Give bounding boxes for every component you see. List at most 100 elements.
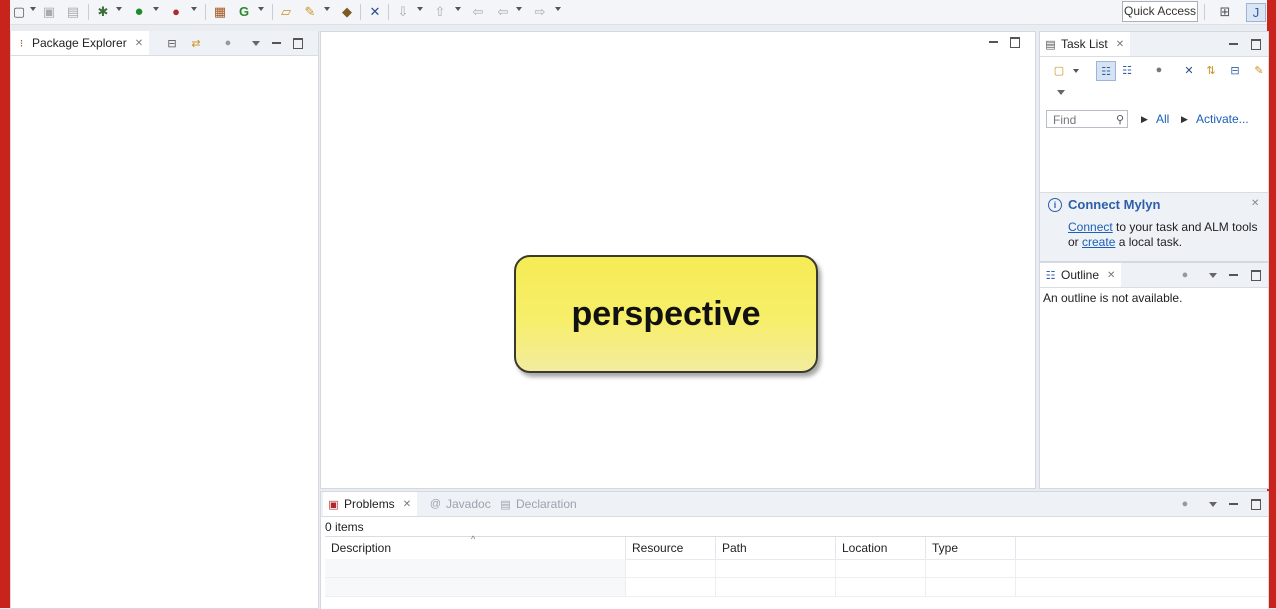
scheduled-icon[interactable]: ☷: [1120, 63, 1134, 77]
tab-label: Outline: [1061, 268, 1100, 282]
problems-table-header: Description ^ Resource Path Location Typ…: [325, 534, 1268, 560]
minimize-icon[interactable]: [1226, 497, 1240, 511]
activate-task-link[interactable]: Activate...: [1196, 112, 1249, 126]
minimize-icon[interactable]: [986, 35, 1000, 49]
collapse-all-icon[interactable]: ⊟: [1228, 63, 1242, 77]
tab-task-list[interactable]: ▤ Task List ✕: [1040, 32, 1131, 56]
maximize-icon[interactable]: [291, 36, 305, 50]
categorized-icon[interactable]: ☷: [1096, 61, 1116, 81]
column-header-resource[interactable]: Resource: [626, 537, 716, 559]
toggle-annotation-icon[interactable]: ✕: [366, 3, 384, 20]
back-icon[interactable]: ⇦: [494, 3, 512, 20]
focus-task-icon[interactable]: ●: [1178, 497, 1192, 511]
info-icon: i: [1048, 198, 1062, 212]
column-header-type[interactable]: Type: [926, 537, 1016, 559]
view-menu-icon[interactable]: [1054, 85, 1068, 99]
toolbar-separator: [88, 4, 89, 20]
close-icon[interactable]: ✕: [1251, 198, 1259, 209]
tab-javadoc[interactable]: @ Javadoc: [425, 492, 497, 516]
previous-annotation-icon[interactable]: ⇧: [431, 3, 449, 20]
next-annotation-dropdown-icon[interactable]: [417, 7, 423, 11]
connect-mylyn-title: Connect Mylyn: [1068, 197, 1161, 212]
outline-message: An outline is not available.: [1043, 291, 1183, 305]
last-edit-icon[interactable]: ⇦: [469, 3, 487, 20]
focus-task-icon[interactable]: ●: [1178, 268, 1192, 282]
connect-line-2: or create a local task.: [1068, 235, 1182, 249]
connect-line-1: Connect to your task and ALM tools: [1068, 220, 1257, 234]
outline-panel: ☷ Outline ✕ ● An outline is not availabl…: [1039, 262, 1269, 489]
maximize-icon[interactable]: [1249, 497, 1263, 511]
previous-annotation-dropdown-icon[interactable]: [455, 7, 461, 11]
collapse-all-icon[interactable]: ⊟: [165, 36, 179, 50]
minimize-icon[interactable]: [1226, 37, 1240, 51]
close-icon[interactable]: ✕: [135, 38, 143, 49]
tab-label: Javadoc: [446, 497, 491, 511]
forward-dropdown-icon[interactable]: [555, 7, 561, 11]
column-header-location[interactable]: Location: [836, 537, 926, 559]
search-icon[interactable]: ✎: [301, 3, 319, 20]
run-icon[interactable]: ●: [130, 3, 148, 20]
all-filter-link[interactable]: All: [1156, 112, 1169, 126]
external-tools-dropdown-icon[interactable]: [191, 7, 197, 11]
open-task-icon[interactable]: ◆: [338, 3, 356, 20]
debug-icon[interactable]: ✱: [94, 3, 112, 20]
view-menu-icon[interactable]: [249, 36, 263, 50]
focus-on-workweek-icon[interactable]: ●: [1152, 63, 1166, 77]
column-header-description[interactable]: Description: [325, 537, 626, 559]
expand-arrow-icon: ▶: [1141, 114, 1148, 124]
tab-package-explorer[interactable]: ⁝ Package Explorer ✕: [11, 31, 150, 55]
toolbar-separator: [1204, 4, 1205, 20]
maximize-icon[interactable]: [1008, 35, 1022, 49]
problems-item-count: 0 items: [325, 520, 364, 534]
maximize-icon[interactable]: [1249, 37, 1263, 51]
forward-icon[interactable]: ⇨: [531, 3, 549, 20]
close-icon[interactable]: ✕: [403, 499, 411, 510]
maximize-icon[interactable]: [1249, 268, 1263, 282]
create-link[interactable]: create: [1082, 235, 1115, 249]
tab-outline[interactable]: ☷ Outline ✕: [1040, 263, 1122, 287]
hide-completed-icon[interactable]: ✕: [1182, 63, 1196, 77]
task-menu-icon[interactable]: ✎: [1252, 63, 1266, 77]
new-icon[interactable]: ▢: [10, 3, 28, 20]
focus-task-icon[interactable]: ●: [221, 36, 235, 50]
javadoc-icon: @: [429, 498, 442, 510]
minimize-icon[interactable]: [1226, 268, 1240, 282]
view-menu-icon[interactable]: [1206, 268, 1220, 282]
new-java-package-icon[interactable]: ▦: [211, 3, 229, 20]
next-annotation-icon[interactable]: ⇩: [394, 3, 412, 20]
save-all-icon[interactable]: ▤: [64, 3, 82, 20]
synchronize-icon[interactable]: ⇅: [1204, 63, 1218, 77]
quick-access-field[interactable]: Quick Access: [1122, 1, 1198, 22]
task-list-panel: ▤ Task List ✕ ▢ ☷ ☷ ● ✕ ⇅ ⊟ ✎ Find ⚲ ▶ A…: [1039, 31, 1269, 262]
run-dropdown-icon[interactable]: [153, 7, 159, 11]
task-find-input[interactable]: Find ⚲: [1046, 110, 1128, 128]
task-list-icon: ▤: [1045, 38, 1056, 51]
tab-problems[interactable]: ▣ Problems ✕: [323, 492, 418, 516]
java-perspective-icon[interactable]: J: [1246, 3, 1266, 22]
new-task-icon[interactable]: ▢: [1052, 63, 1066, 77]
tab-declaration[interactable]: ▤ Declaration: [495, 492, 583, 516]
new-class-icon[interactable]: G: [235, 3, 253, 20]
package-icon: ⁝: [19, 37, 24, 50]
tab-label: Declaration: [516, 497, 577, 511]
connect-text: or: [1068, 235, 1083, 249]
back-dropdown-icon[interactable]: [516, 7, 522, 11]
link-with-editor-icon[interactable]: ⇄: [189, 36, 203, 50]
new-dropdown-icon[interactable]: [30, 7, 36, 11]
external-tools-icon[interactable]: ●: [167, 3, 185, 20]
minimize-icon[interactable]: [269, 36, 283, 50]
search-dropdown-icon[interactable]: [324, 7, 330, 11]
table-row: [325, 559, 1268, 578]
open-perspective-icon[interactable]: ⊞: [1216, 3, 1234, 20]
open-type-icon[interactable]: ▱: [277, 3, 295, 20]
new-task-dropdown-icon[interactable]: [1073, 69, 1079, 73]
column-header-path[interactable]: Path: [716, 537, 836, 559]
connect-link[interactable]: Connect: [1068, 220, 1113, 234]
save-icon[interactable]: ▣: [40, 3, 58, 20]
toolbar-separator: [205, 4, 206, 20]
close-icon[interactable]: ✕: [1107, 270, 1115, 281]
close-icon[interactable]: ✕: [1116, 39, 1124, 50]
new-class-dropdown-icon[interactable]: [258, 7, 264, 11]
debug-dropdown-icon[interactable]: [116, 7, 122, 11]
view-menu-icon[interactable]: [1206, 497, 1220, 511]
